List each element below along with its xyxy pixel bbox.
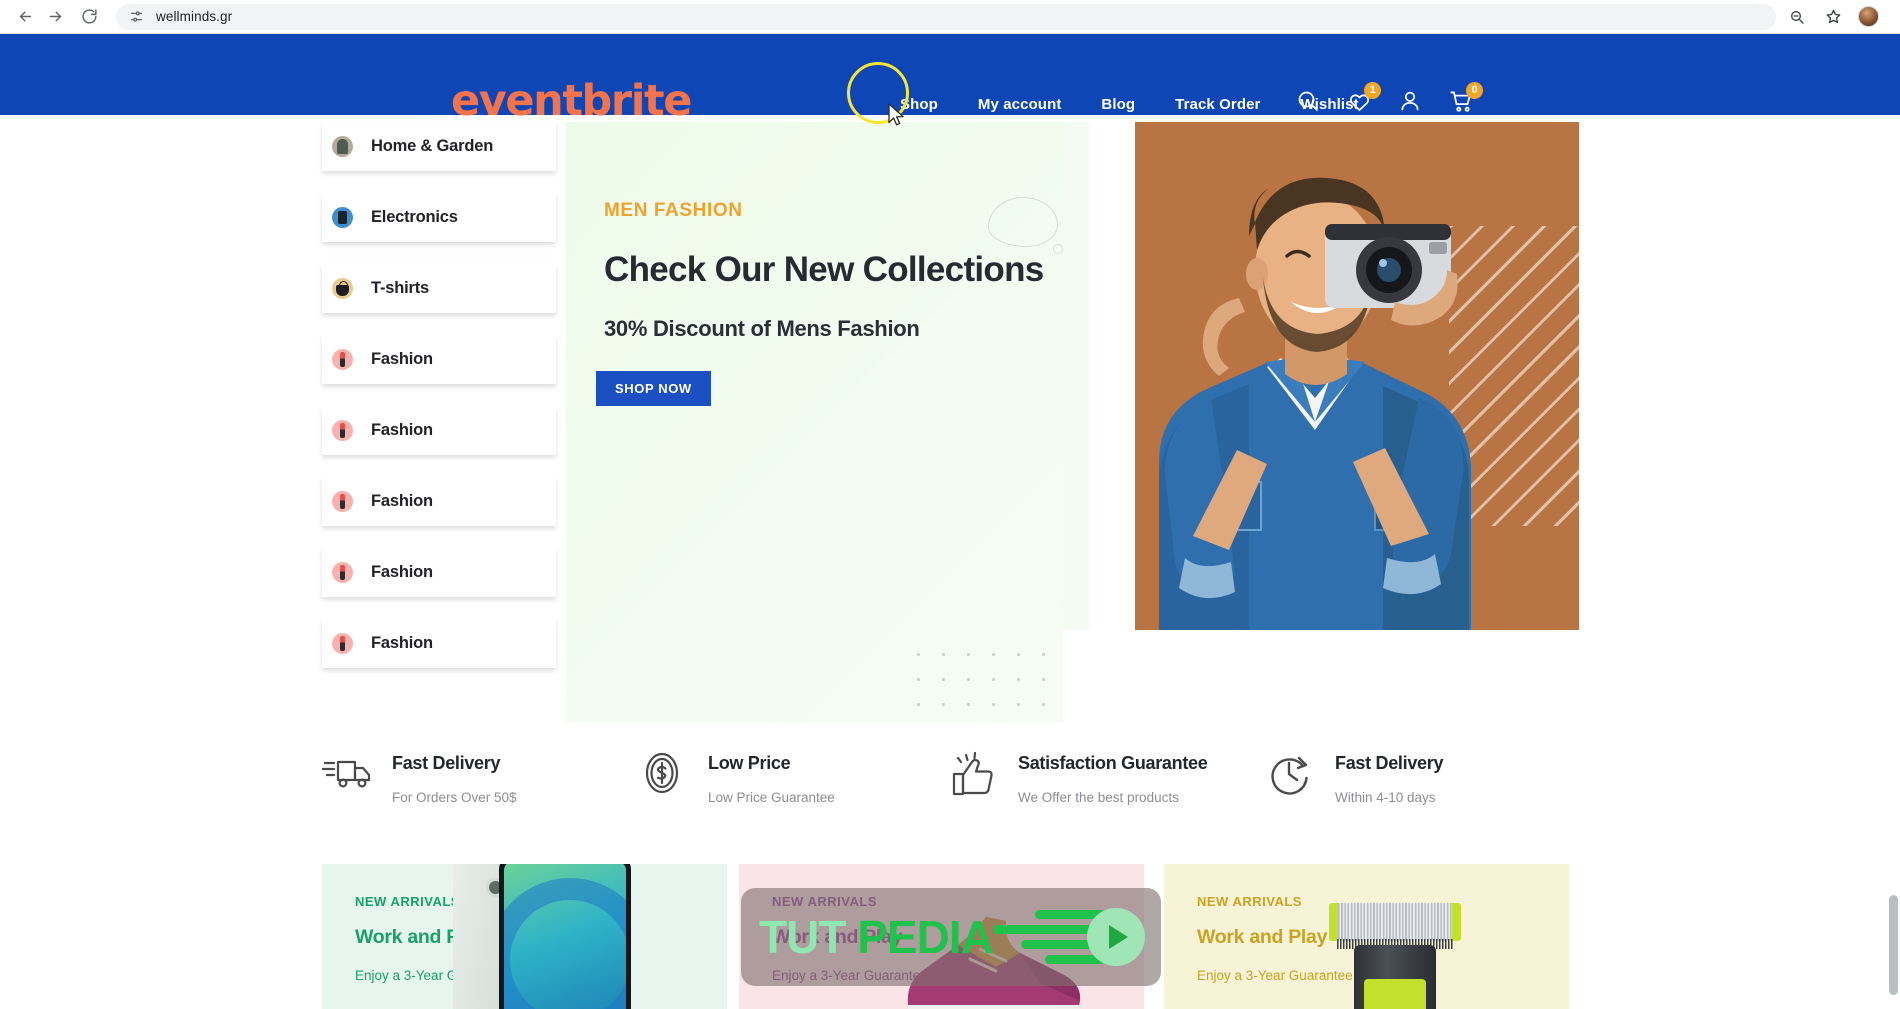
- browser-toolbar: wellminds.gr: [0, 0, 1900, 33]
- feature-subtitle: Within 4-10 days: [1335, 790, 1436, 805]
- cart-icon[interactable]: 0: [1449, 82, 1483, 115]
- toolbar-divider: [0, 33, 1900, 34]
- category-label: T-shirts: [371, 279, 429, 297]
- feature-low-price: Low Price Low Price Guarantee: [638, 750, 835, 805]
- feature-fast-delivery-days: Fast Delivery Within 4-10 days: [1265, 750, 1443, 805]
- thumbs-up-icon: [948, 750, 1004, 802]
- hero-eyebrow: MEN FASHION: [604, 200, 743, 221]
- feature-title: Low Price: [708, 753, 791, 773]
- feature-title: Fast Delivery: [392, 753, 501, 773]
- reload-button[interactable]: [74, 2, 104, 32]
- site-logo[interactable]: eventbrite: [451, 80, 692, 123]
- search-icon[interactable]: [1296, 89, 1322, 115]
- category-item-electronics[interactable]: Electronics: [322, 193, 556, 242]
- lamp-thumb-icon: [332, 136, 353, 157]
- feature-subtitle: We Offer the best products: [1018, 790, 1179, 805]
- play-button-icon[interactable]: [1087, 908, 1145, 966]
- nav-item-blog[interactable]: Blog: [1081, 96, 1155, 113]
- promo-eyebrow: NEW ARRIVALS: [1197, 894, 1302, 909]
- category-item-fashion[interactable]: Fashion: [322, 406, 556, 455]
- promo-card-shaver[interactable]: NEW ARRIVALS Work and Play Enjoy a 3-Yea…: [1164, 864, 1569, 1009]
- category-label: Fashion: [371, 563, 433, 581]
- feature-fast-delivery: Fast Delivery For Orders Over 50$: [322, 750, 517, 805]
- nav-item-track-order[interactable]: Track Order: [1155, 96, 1280, 113]
- cloud-outline-decoration: [988, 197, 1063, 254]
- category-label: Home & Garden: [371, 137, 494, 155]
- lipstick-thumb-icon: [332, 562, 353, 583]
- forward-button[interactable]: [40, 2, 70, 32]
- site-header: eventbrite Shop My account Blog Track Or…: [0, 34, 1900, 123]
- wishlist-heart-icon[interactable]: 1: [1347, 82, 1381, 115]
- address-bar[interactable]: wellminds.gr: [116, 3, 1776, 30]
- lipstick-thumb-icon: [332, 633, 353, 654]
- browser-actions: [1786, 6, 1883, 28]
- category-item-fashion[interactable]: Fashion: [322, 619, 556, 668]
- hero-title: Check Our New Collections: [604, 250, 1044, 289]
- camera-thumb-icon: [332, 207, 353, 228]
- watermark-text: TUT PEDIA: [759, 911, 994, 963]
- watermark-text-tut: TUT: [759, 911, 858, 963]
- category-item-fashion[interactable]: Fashion: [322, 548, 556, 597]
- star-bookmark-icon[interactable]: [1822, 6, 1844, 28]
- shaver-accent-detail: [1364, 979, 1426, 1009]
- page-scrollbar[interactable]: [1889, 895, 1898, 995]
- dollar-coin-icon: [638, 750, 694, 802]
- promo-eyebrow: NEW ARRIVALS: [355, 894, 460, 909]
- mouse-pointer-icon: [888, 103, 906, 133]
- promo-title: Work and Play: [1197, 926, 1328, 948]
- category-sidebar: Home & Garden Electronics T-shirts Fashi…: [322, 122, 556, 690]
- clock-icon: [1265, 750, 1321, 802]
- feature-subtitle: Low Price Guarantee: [708, 790, 835, 805]
- category-label: Fashion: [371, 492, 433, 510]
- feature-title: Satisfaction Guarantee: [1018, 753, 1208, 773]
- hero-bottom-mask: [1063, 630, 1579, 722]
- category-label: Fashion: [371, 634, 433, 652]
- header-action-icons: 1 0: [1296, 82, 1483, 115]
- nav-item-my-account[interactable]: My account: [958, 96, 1082, 113]
- lipstick-thumb-icon: [332, 491, 353, 512]
- tablet-front-image: [499, 864, 631, 1009]
- bag-thumb-icon: [332, 278, 353, 299]
- lipstick-thumb-icon: [332, 420, 353, 441]
- hero-banner: MEN FASHION Check Our New Collections 30…: [566, 122, 1579, 722]
- category-label: Fashion: [371, 421, 433, 439]
- lipstick-thumb-icon: [332, 349, 353, 370]
- feature-satisfaction-guarantee: Satisfaction Guarantee We Offer the best…: [948, 750, 1208, 805]
- category-item-fashion[interactable]: Fashion: [322, 335, 556, 384]
- site-settings-icon[interactable]: [126, 7, 146, 27]
- category-item-fashion[interactable]: Fashion: [322, 477, 556, 526]
- tutpedia-watermark: TUT PEDIA: [741, 888, 1161, 986]
- profile-avatar-icon[interactable]: [1858, 6, 1879, 27]
- hero-subtitle: 30% Discount of Mens Fashion: [604, 316, 920, 341]
- category-label: Electronics: [371, 208, 458, 226]
- category-item-tshirts[interactable]: T-shirts: [322, 264, 556, 313]
- category-label: Fashion: [371, 350, 433, 368]
- zoom-out-icon[interactable]: [1786, 6, 1808, 28]
- page-content: Home & Garden Electronics T-shirts Fashi…: [0, 115, 1900, 1009]
- wishlist-badge: 1: [1364, 82, 1381, 99]
- category-item-home-garden[interactable]: Home & Garden: [322, 122, 556, 171]
- user-account-icon[interactable]: [1398, 89, 1424, 115]
- watermark-text-pedia: PEDIA: [857, 911, 994, 963]
- url-text[interactable]: wellminds.gr: [156, 9, 232, 24]
- delivery-truck-icon: [322, 750, 378, 802]
- hero-image-panel: [1063, 122, 1579, 722]
- back-button[interactable]: [10, 2, 40, 32]
- shaver-image: [1329, 903, 1461, 941]
- promo-card-tablet[interactable]: NEW ARRIVALS Work and Play Enjoy a 3-Yea…: [322, 864, 727, 1009]
- shop-now-button[interactable]: SHOP NOW: [596, 371, 711, 406]
- cart-badge: 0: [1466, 82, 1483, 99]
- feature-title: Fast Delivery: [1335, 753, 1444, 773]
- features-strip: Fast Delivery For Orders Over 50$ Low Pr…: [0, 740, 1900, 840]
- feature-subtitle: For Orders Over 50$: [392, 790, 517, 805]
